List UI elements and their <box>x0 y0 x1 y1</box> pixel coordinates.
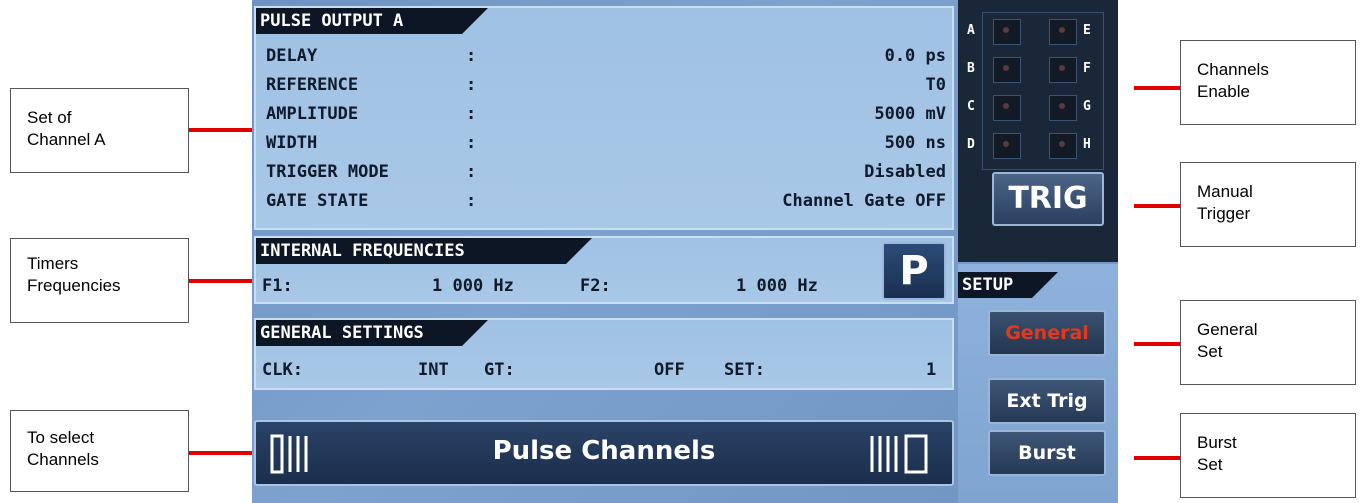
pulse-row-label: DELAY <box>266 46 318 66</box>
channel-enable-button[interactable] <box>993 19 1021 45</box>
f2-value[interactable]: 1 000 Hz <box>736 276 818 296</box>
callout-text: To select <box>27 428 95 447</box>
f2-label: F2: <box>580 276 611 296</box>
callout-text: Manual <box>1197 182 1253 201</box>
pulse-row-separator: : <box>466 104 477 124</box>
callout-text: Channels <box>27 450 99 469</box>
callout-select: To select Channels <box>10 410 189 492</box>
channel-label: C <box>967 99 975 114</box>
channel-label: H <box>1083 137 1091 152</box>
device-screen: PULSE OUTPUT A DELAY: 0.0 ps REFERENCE: T0 A… <box>252 0 1118 503</box>
setup-title: SETUP <box>958 272 1058 298</box>
pulse-channels-label: Pulse Channels <box>492 436 716 466</box>
pulse-channels-bar[interactable]: Pulse Channels <box>254 420 954 486</box>
callout-text: Set <box>1197 342 1223 361</box>
callout-text: Set of <box>27 108 72 127</box>
pulse-row-value[interactable]: 500 ns <box>885 133 946 153</box>
callout-timers: Timers Frequencies <box>10 238 189 323</box>
channel-label: B <box>967 61 975 76</box>
pulse-row[interactable]: REFERENCE: T0 <box>266 75 946 102</box>
f1-label: F1: <box>262 276 293 296</box>
callout-text: Timers <box>27 254 79 273</box>
burst-button[interactable]: Burst <box>988 430 1106 476</box>
channel-label: G <box>1083 99 1091 114</box>
callout-line <box>1134 86 1180 90</box>
gt-label: GT: <box>484 360 515 380</box>
callout-text: Set <box>1197 455 1223 474</box>
channel-enable-button[interactable] <box>1049 133 1077 159</box>
callout-line <box>189 128 252 132</box>
callout-text: Enable <box>1197 82 1250 101</box>
channel-enable-button[interactable] <box>1049 19 1077 45</box>
channel-enable-button[interactable] <box>993 57 1021 83</box>
panel-title: GENERAL SETTINGS <box>256 320 488 346</box>
pulse-row-separator: : <box>466 162 477 182</box>
panel-title: INTERNAL FREQUENCIES <box>256 238 592 264</box>
callout-text: Channels <box>1197 60 1269 79</box>
scroll-right-icon[interactable] <box>868 432 938 476</box>
pulse-row-label: TRIGGER MODE <box>266 162 389 182</box>
pulse-row-label: AMPLITUDE <box>266 104 359 124</box>
callout-enable: Channels Enable <box>1180 40 1356 125</box>
pulse-row-label: GATE STATE <box>266 191 369 211</box>
channel-label: F <box>1083 61 1091 76</box>
callout-burst: Burst Set <box>1180 413 1356 498</box>
set-value[interactable]: 1 <box>926 360 936 380</box>
callout-manual: Manual Trigger <box>1180 162 1356 247</box>
pulse-row[interactable]: GATE STATE: Channel Gate OFF <box>266 191 946 218</box>
pulse-row-value[interactable]: Disabled <box>864 162 946 182</box>
pulse-row[interactable]: AMPLITUDE: 5000 mV <box>266 104 946 131</box>
p-button[interactable]: P <box>882 242 946 300</box>
callout-channel-a: Set of Channel A <box>10 88 189 173</box>
pulse-row-value[interactable]: 0.0 ps <box>885 46 946 66</box>
callout-text: Channel A <box>27 130 106 149</box>
pulse-row-value[interactable]: 5000 mV <box>874 104 946 124</box>
callout-line <box>1134 204 1180 208</box>
callout-line <box>1134 342 1180 346</box>
callout-line <box>189 279 252 283</box>
f1-value[interactable]: 1 000 Hz <box>432 276 514 296</box>
pulse-row-separator: : <box>466 75 477 95</box>
clk-label: CLK: <box>262 360 303 380</box>
channel-label: E <box>1083 23 1091 38</box>
channel-enable-grid: A B C D E F G H <box>967 12 1104 170</box>
set-label: SET: <box>724 360 765 380</box>
channel-enable-button[interactable] <box>1049 95 1077 121</box>
panel-title: PULSE OUTPUT A <box>256 8 488 34</box>
pulse-row-separator: : <box>466 46 477 66</box>
gt-value[interactable]: OFF <box>654 360 685 380</box>
pulse-row-value[interactable]: Channel Gate OFF <box>782 191 946 211</box>
setup-area: SETUP General Ext Trig Burst <box>958 264 1118 503</box>
internal-frequencies-panel: INTERNAL FREQUENCIES F1: 1 000 Hz F2: 1 … <box>254 236 954 304</box>
general-button[interactable]: General <box>988 310 1106 356</box>
trig-button[interactable]: TRIG <box>992 172 1104 226</box>
pulse-row-separator: : <box>466 191 477 211</box>
pulse-row-value[interactable]: T0 <box>926 75 946 95</box>
channel-enable-button[interactable] <box>993 95 1021 121</box>
callout-text: Trigger <box>1197 204 1251 223</box>
channel-enable-button[interactable] <box>993 133 1021 159</box>
channel-label: D <box>967 137 975 152</box>
clk-value[interactable]: INT <box>418 360 449 380</box>
callout-general: General Set <box>1180 300 1356 385</box>
callout-text: Frequencies <box>27 276 121 295</box>
pulse-row-separator: : <box>466 133 477 153</box>
pulse-row[interactable]: TRIGGER MODE: Disabled <box>266 162 946 189</box>
callout-text: Burst <box>1197 433 1237 452</box>
pulse-row[interactable]: DELAY: 0.0 ps <box>266 46 946 73</box>
channels-area: A B C D E F G H TRIG <box>958 0 1118 262</box>
pulse-output-panel[interactable]: PULSE OUTPUT A DELAY: 0.0 ps REFERENCE: T0 A… <box>254 6 954 230</box>
general-settings-panel: GENERAL SETTINGS CLK: INT GT: OFF SET: 1 <box>254 318 954 390</box>
callout-line <box>189 451 252 455</box>
pulse-row[interactable]: WIDTH: 500 ns <box>266 133 946 160</box>
channel-enable-button[interactable] <box>1049 57 1077 83</box>
callout-text: General <box>1197 320 1258 339</box>
pulse-row-label: WIDTH <box>266 133 318 153</box>
ext-trig-button[interactable]: Ext Trig <box>988 378 1106 424</box>
callout-line <box>1134 456 1180 460</box>
pulse-row-label: REFERENCE <box>266 75 359 95</box>
channel-label: A <box>967 23 975 38</box>
